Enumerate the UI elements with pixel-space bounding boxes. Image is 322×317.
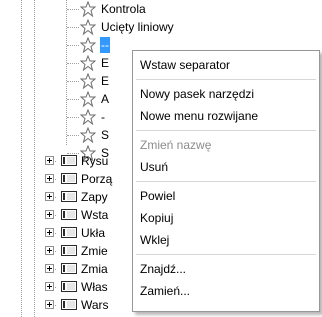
- toolbar-icon: [61, 173, 77, 184]
- tree-item-command[interactable]: E: [80, 54, 110, 72]
- menu-item-label: Wstaw separator: [140, 58, 231, 72]
- menu-separator: [136, 254, 316, 255]
- expand-icon[interactable]: [45, 174, 54, 183]
- tree-item-toolbar[interactable]: Rysu: [0, 152, 132, 170]
- tree-connector: [67, 63, 79, 64]
- expand-icon[interactable]: [45, 156, 54, 165]
- toolbar-icon: [61, 299, 77, 310]
- star-icon: [80, 19, 96, 35]
- toolbar-icon: [61, 263, 77, 274]
- star-icon: [80, 55, 96, 71]
- tree-item-label: Porzą: [81, 172, 113, 186]
- expand-icon[interactable]: [45, 246, 54, 255]
- menu-item-kopiuj[interactable]: Kopiuj: [136, 207, 316, 229]
- menu-item-usun[interactable]: Usuń: [136, 156, 316, 178]
- tree-item-label: Wsta: [81, 208, 109, 222]
- tree-item-command[interactable]: Ucięty liniowy: [80, 18, 175, 36]
- tree-item-label: -: [101, 110, 105, 124]
- menu-item-zmien-nazwe: Zmień nazwę: [136, 134, 316, 156]
- expand-icon[interactable]: [45, 264, 54, 273]
- tree-item-label: A: [101, 92, 110, 106]
- menu-item-nowy-pasek-narzedzi[interactable]: Nowy pasek narzędzi: [136, 83, 316, 105]
- tree-item-command[interactable]: S: [80, 126, 110, 144]
- tree-connector: [67, 27, 79, 28]
- toolbar-icon: [61, 245, 77, 256]
- tree-connector: [67, 117, 79, 118]
- menu-item-label: Zmień nazwę: [140, 138, 212, 152]
- menu-item-wklej[interactable]: Wklej: [136, 229, 316, 251]
- menu-item-wstaw-separator[interactable]: Wstaw separator: [136, 54, 316, 76]
- menu-item-label: Nowe menu rozwijane: [140, 109, 259, 123]
- expand-icon[interactable]: [45, 300, 54, 309]
- expand-icon[interactable]: [45, 228, 54, 237]
- menu-item-zamien[interactable]: Zamień...: [136, 280, 316, 302]
- tree-item-command[interactable]: E: [80, 72, 110, 90]
- tree-item-toolbar[interactable]: Włas: [0, 278, 132, 296]
- star-icon: [80, 37, 96, 53]
- menu-item-label: Powiel: [140, 189, 176, 203]
- menu-item-label: Usuń: [140, 160, 169, 174]
- tree-item-toolbar[interactable]: Zmia: [0, 260, 132, 278]
- menu-item-label: Wklej: [140, 233, 170, 247]
- menu-item-label: Nowy pasek narzędzi: [140, 87, 255, 101]
- tree-connector: [67, 45, 79, 46]
- menu-item-label: Zamień...: [140, 284, 191, 298]
- tree-item-label: Ucięty liniowy: [101, 20, 174, 34]
- tree-item-label: Włas: [81, 280, 108, 294]
- expand-icon[interactable]: [45, 210, 54, 219]
- tree-item-label: Zapy: [81, 190, 108, 204]
- tree-item-command[interactable]: -: [80, 108, 106, 126]
- tree-item-toolbar[interactable]: Zmie: [0, 242, 132, 260]
- menu-separator: [136, 79, 316, 80]
- tree-item-label: Zmie: [81, 244, 108, 258]
- menu-item-nowe-menu-rozwijane[interactable]: Nowe menu rozwijane: [136, 105, 316, 127]
- tree-item-label: Zmia: [81, 262, 108, 276]
- menu-item-powiel[interactable]: Powiel: [136, 185, 316, 207]
- tree-item-command[interactable]: A: [80, 90, 110, 108]
- star-icon: [80, 127, 96, 143]
- tree-connector: [67, 135, 79, 136]
- expand-icon[interactable]: [45, 192, 54, 201]
- toolbar-icon: [61, 209, 77, 220]
- star-icon: [80, 1, 96, 17]
- menu-item-label: Znajdź...: [140, 262, 187, 276]
- tree-connector: [67, 81, 79, 82]
- tree-item-command[interactable]: Kontrola: [80, 0, 147, 18]
- tree-item-label: E: [101, 56, 110, 70]
- tree-item-label: S: [101, 128, 110, 142]
- toolbar-icon: [61, 227, 77, 238]
- menu-separator: [136, 130, 316, 131]
- star-icon: [80, 109, 96, 125]
- tree-connector: [66, 0, 67, 145]
- tree-connector: [67, 9, 79, 10]
- tree-connector: [67, 99, 79, 100]
- tree-item-toolbar[interactable]: Wsta: [0, 206, 132, 224]
- tree-item-label: E: [101, 74, 110, 88]
- tree-item-label: Kontrola: [101, 2, 146, 16]
- toolbar-icon: [61, 281, 77, 292]
- expand-icon[interactable]: [45, 282, 54, 291]
- tree-item-label: Ukła: [81, 226, 106, 240]
- star-icon: [80, 91, 96, 107]
- star-icon: [80, 73, 96, 89]
- toolbar-icon: [61, 191, 77, 202]
- tree-item-label: Wars: [81, 298, 109, 312]
- menu-separator: [136, 181, 316, 182]
- tree-item-label: --: [100, 37, 110, 53]
- tree-item-toolbar[interactable]: Wars: [0, 296, 132, 314]
- tree-item-command[interactable]: --: [80, 36, 110, 54]
- menu-item-znajdz[interactable]: Znajdź...: [136, 258, 316, 280]
- tree-item-toolbar[interactable]: Zapy: [0, 188, 132, 206]
- tree-item-label: Rysu: [81, 154, 109, 168]
- menu-item-label: Kopiuj: [140, 211, 174, 225]
- toolbar-icon: [61, 155, 77, 166]
- tree-item-toolbar[interactable]: Ukła: [0, 224, 132, 242]
- tree-item-toolbar[interactable]: Porzą: [0, 170, 132, 188]
- context-menu: Wstaw separator Nowy pasek narzędzi Nowe m…: [132, 50, 320, 312]
